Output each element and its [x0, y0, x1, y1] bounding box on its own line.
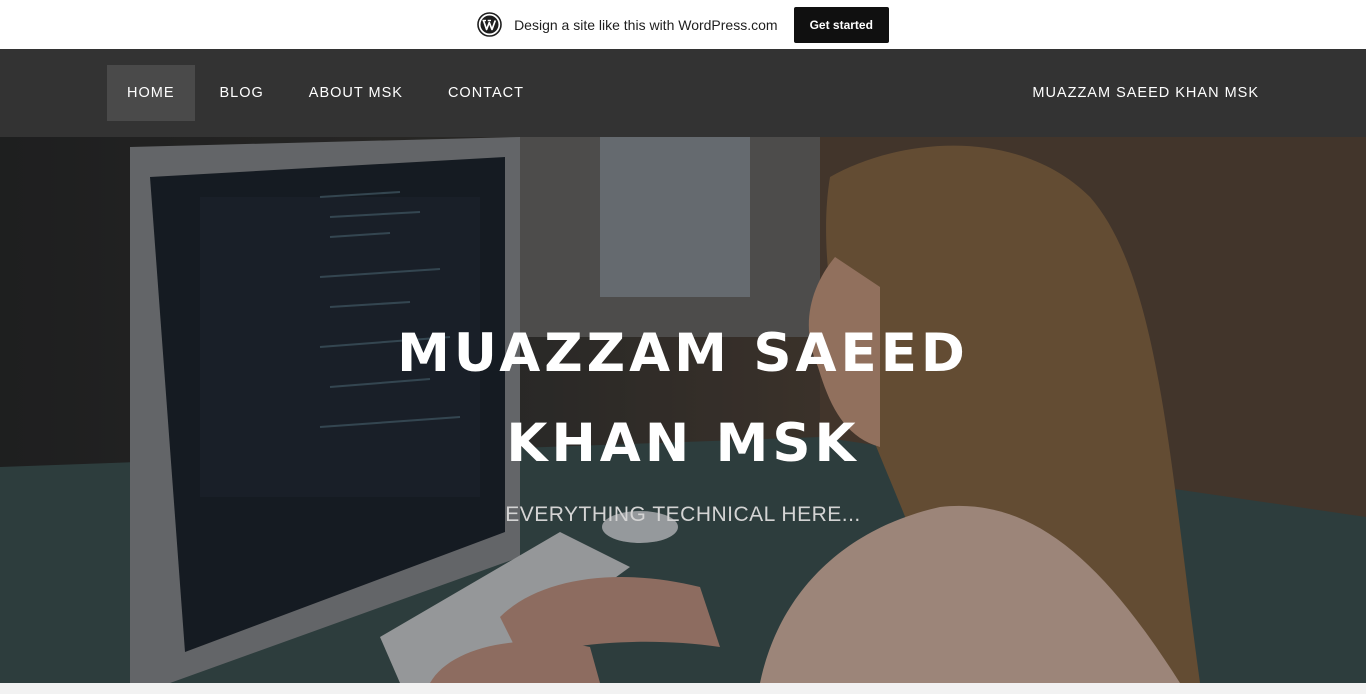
content-area-top — [0, 683, 1366, 694]
nav-item-blog[interactable]: BLOG — [200, 65, 284, 121]
nav-menu: HOME BLOG ABOUT MSK CONTACT — [107, 65, 549, 121]
nav-item-contact[interactable]: CONTACT — [428, 65, 544, 121]
wordpress-promo-banner: Design a site like this with WordPress.c… — [0, 0, 1366, 49]
get-started-button[interactable]: Get started — [793, 6, 889, 43]
hero-content: MUAZZAM SAEED KHAN MSK EVERYTHING TECHNI… — [0, 309, 1366, 527]
wordpress-logo-icon[interactable] — [477, 12, 502, 37]
banner-text[interactable]: Design a site like this with WordPress.c… — [514, 17, 778, 33]
site-name-link[interactable]: MUAZZAM SAEED KHAN MSK — [1032, 49, 1259, 137]
hero-tagline: EVERYTHING TECHNICAL HERE... — [505, 503, 861, 526]
hero-title[interactable]: MUAZZAM SAEED KHAN MSK — [363, 309, 1003, 489]
nav-item-home[interactable]: HOME — [107, 65, 195, 121]
hero-section: MUAZZAM SAEED KHAN MSK EVERYTHING TECHNI… — [0, 137, 1366, 683]
nav-item-about-msk[interactable]: ABOUT MSK — [289, 65, 423, 121]
main-navigation: HOME BLOG ABOUT MSK CONTACT MUAZZAM SAEE… — [0, 49, 1366, 137]
